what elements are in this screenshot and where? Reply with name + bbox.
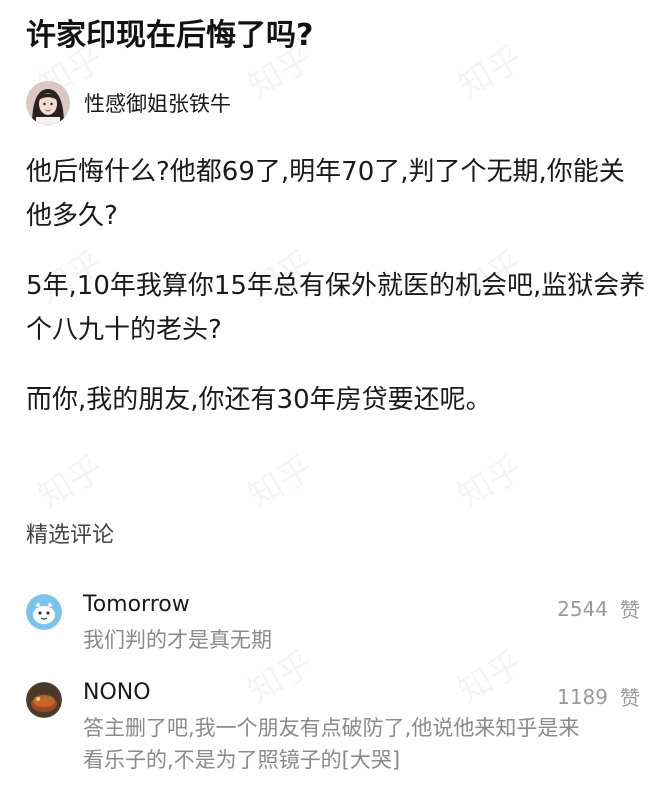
commenter-avatar[interactable] xyxy=(26,594,62,630)
comment-item[interactable]: NONO 答主删了吧,我一个朋友有点破防了,他说他来知乎是来看乐子的,不是为了照… xyxy=(26,680,646,782)
answer-paragraph: 而你,我的朋友,你还有30年房贷要还呢。 xyxy=(26,385,492,415)
comment-text: 我们判的才是真无期 xyxy=(83,628,272,652)
like-button[interactable]: 1189 赞 xyxy=(557,682,640,711)
question-title[interactable]: 许家印现在后悔了吗? xyxy=(26,14,313,58)
commenter-avatar-image xyxy=(26,594,62,630)
watermark: 知乎 xyxy=(447,31,530,107)
comment-item[interactable]: Tomorrow 我们判的才是真无期 2544 赞 xyxy=(26,592,646,664)
like-label: 赞 xyxy=(620,686,640,710)
commenter-name[interactable]: NONO xyxy=(83,676,151,710)
like-count: 1189 xyxy=(557,684,608,709)
featured-comments-heading: 精选评论 xyxy=(26,523,115,548)
author-row[interactable]: 性感御姐张铁牛 xyxy=(26,80,231,126)
watermark: 知乎 xyxy=(27,441,110,517)
like-label: 赞 xyxy=(620,598,640,622)
answer-paragraph: 5年,10年我算你15年总有保外就医的机会吧,监狱会养个八九十的老头? xyxy=(26,271,646,345)
comment-text: 答主删了吧,我一个朋友有点破防了,他说他来知乎是来看乐子的,不是为了照镜子的[大… xyxy=(83,716,580,772)
answer-content: 他后悔什么?他都69了,明年70了,判了个无期,你能关他多久? 5年,10年我算… xyxy=(26,150,646,448)
author-avatar[interactable] xyxy=(26,81,70,125)
watermark: 知乎 xyxy=(237,441,320,517)
like-button[interactable]: 2544 赞 xyxy=(557,594,640,623)
author-avatar-image xyxy=(26,81,70,125)
commenter-name[interactable]: Tomorrow xyxy=(83,588,190,622)
like-count: 2544 xyxy=(557,596,608,621)
commenter-avatar[interactable] xyxy=(26,682,62,718)
commenter-avatar-image xyxy=(26,682,62,718)
author-name[interactable]: 性感御姐张铁牛 xyxy=(84,88,231,118)
answer-paragraph: 他后悔什么?他都69了,明年70了,判了个无期,你能关他多久? xyxy=(26,157,625,231)
watermark: 知乎 xyxy=(447,441,530,517)
